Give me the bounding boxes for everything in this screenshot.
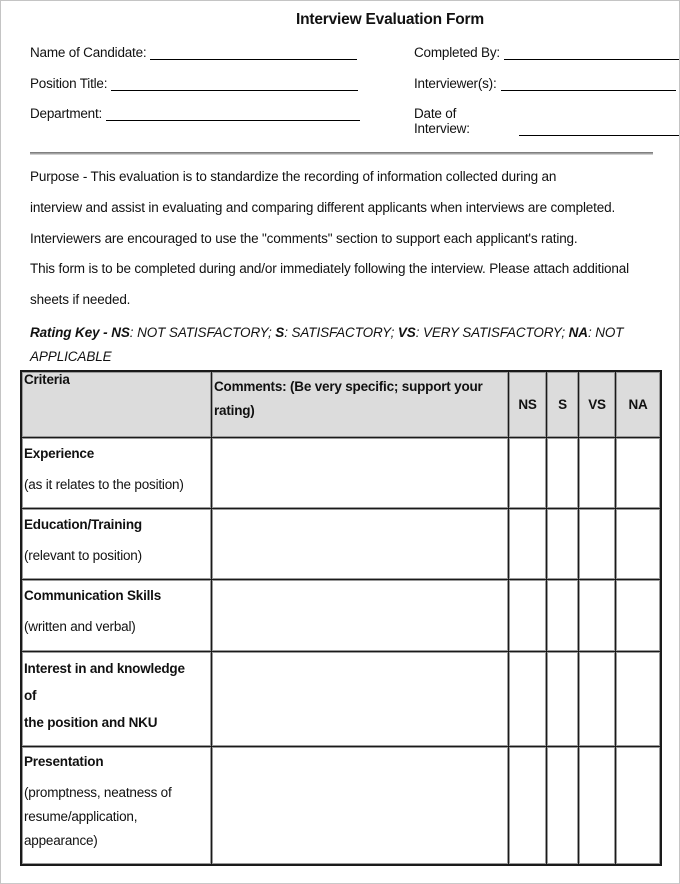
rating-cell-vs[interactable]	[579, 438, 616, 509]
rating-cell-ns[interactable]	[509, 438, 547, 509]
comments-cell[interactable]	[212, 438, 509, 509]
name-of-candidate-input[interactable]	[150, 45, 358, 60]
purpose-line: This form is to be completed during and/…	[30, 261, 629, 276]
criteria-cell: Education/Training (relevant to position…	[22, 509, 212, 580]
rating-code: NA	[568, 325, 588, 340]
purpose-line: Purpose - This evaluation is to standard…	[30, 169, 557, 184]
rating-cell-ns[interactable]	[509, 580, 547, 652]
field-department[interactable]: Department:	[30, 106, 361, 121]
table-row: Experience (as it relates to the positio…	[22, 438, 660, 509]
header-s: S	[547, 372, 579, 438]
table-row: Communication Skills (written and verbal…	[22, 580, 660, 652]
criteria-title-line: Interest in and knowledge	[24, 661, 185, 676]
header-comments: Comments: (Be very specific; support you…	[212, 372, 509, 438]
interviewers-input[interactable]	[500, 76, 676, 91]
date-of-interview-input[interactable]	[519, 121, 679, 136]
criteria-title: Experience	[24, 446, 95, 461]
rating-meaning: : SATISFACTORY;	[284, 325, 398, 340]
section-divider	[30, 152, 653, 155]
header-comments-line: rating)	[214, 403, 255, 418]
rating-code: S	[275, 325, 285, 340]
rating-cell-vs[interactable]	[579, 652, 616, 747]
rating-cell-s[interactable]	[547, 438, 579, 509]
rating-cell-na[interactable]	[616, 747, 660, 864]
criteria-subtitle: (relevant to position)	[24, 548, 142, 563]
table-row: Interest in and knowledge of the positio…	[22, 652, 660, 747]
criteria-title-line: the position and NKU	[24, 715, 158, 730]
table-row: Education/Training (relevant to position…	[22, 509, 660, 580]
field-interviewers[interactable]: Interviewer(s):	[414, 76, 676, 91]
rating-cell-s[interactable]	[547, 747, 579, 864]
field-label: Department:	[30, 106, 103, 121]
rating-cell-ns[interactable]	[509, 747, 547, 864]
criteria-subtitle-line: appearance)	[24, 833, 98, 848]
document-page: Interview Evaluation Form Name of Candid…	[0, 0, 680, 884]
criteria-cell: Experience (as it relates to the positio…	[22, 438, 212, 509]
criteria-title: Education/Training	[24, 517, 142, 532]
rating-cell-na[interactable]	[616, 652, 660, 747]
comments-cell[interactable]	[212, 509, 509, 580]
header-ns: NS	[509, 372, 547, 438]
field-position-title[interactable]: Position Title:	[30, 76, 359, 91]
criteria-subtitle: (as it relates to the position)	[24, 477, 184, 492]
field-label: Position Title:	[30, 76, 108, 91]
field-label: Name of Candidate:	[30, 45, 147, 60]
rating-cell-na[interactable]	[616, 509, 660, 580]
purpose-line: interview and assist in evaluating and c…	[30, 200, 616, 215]
criteria-cell: Presentation (promptness, neatness of re…	[22, 747, 212, 864]
position-title-input[interactable]	[111, 76, 359, 91]
criteria-subtitle-line: (promptness, neatness of	[24, 785, 172, 800]
criteria-title-line: of	[24, 688, 37, 703]
table-row: Presentation (promptness, neatness of re…	[22, 747, 660, 864]
field-date-of-interview[interactable]: Date of Interview:	[414, 106, 679, 136]
rating-cell-vs[interactable]	[579, 580, 616, 652]
header-comments-line: Comments: (Be very specific; support you…	[214, 379, 483, 394]
rating-cell-ns[interactable]	[509, 509, 547, 580]
rating-cell-vs[interactable]	[579, 747, 616, 864]
rating-cell-vs[interactable]	[579, 509, 616, 580]
evaluation-table: Criteria Comments: (Be very specific; su…	[20, 370, 662, 866]
criteria-title: Presentation	[24, 754, 104, 769]
header-vs: VS	[579, 372, 616, 438]
rating-cell-na[interactable]	[616, 580, 660, 652]
rating-meaning: : NOT SATISFACTORY;	[129, 325, 276, 340]
rating-code: VS	[397, 325, 416, 340]
criteria-title: Communication Skills	[24, 588, 162, 603]
rating-cell-s[interactable]	[547, 580, 579, 652]
rating-cell-s[interactable]	[547, 509, 579, 580]
field-name-of-candidate[interactable]: Name of Candidate:	[30, 45, 358, 60]
comments-cell[interactable]	[212, 652, 509, 747]
criteria-subtitle: (written and verbal)	[24, 619, 136, 634]
document-title: Interview Evaluation Form	[296, 11, 484, 28]
rating-cell-s[interactable]	[547, 652, 579, 747]
criteria-subtitle-line: resume/application,	[24, 809, 138, 824]
rating-cell-ns[interactable]	[509, 652, 547, 747]
rating-code: NS	[111, 325, 130, 340]
completed-by-input[interactable]	[503, 45, 679, 60]
field-completed-by[interactable]: Completed By:	[414, 45, 679, 60]
rating-key: Rating Key - NS: NOT SATISFACTORY; S: SA…	[30, 321, 670, 369]
purpose-line: sheets if needed.	[30, 292, 131, 307]
comments-cell[interactable]	[212, 580, 509, 652]
header-criteria: Criteria	[22, 372, 212, 438]
header-na: NA	[616, 372, 660, 438]
purpose-line: Interviewers are encouraged to use the "…	[30, 231, 578, 246]
rating-cell-na[interactable]	[616, 438, 660, 509]
field-label: Interviewer(s):	[414, 76, 497, 91]
table-header-row: Criteria Comments: (Be very specific; su…	[22, 372, 660, 438]
field-label: Date of Interview:	[414, 106, 470, 136]
field-label: Completed By:	[414, 45, 500, 60]
department-input[interactable]	[106, 106, 361, 121]
rating-meaning: : VERY SATISFACTORY;	[415, 325, 569, 340]
criteria-cell: Interest in and knowledge of the positio…	[22, 652, 212, 747]
comments-cell[interactable]	[212, 747, 509, 864]
rating-key-prefix: Rating Key -	[30, 325, 112, 340]
criteria-cell: Communication Skills (written and verbal…	[22, 580, 212, 652]
